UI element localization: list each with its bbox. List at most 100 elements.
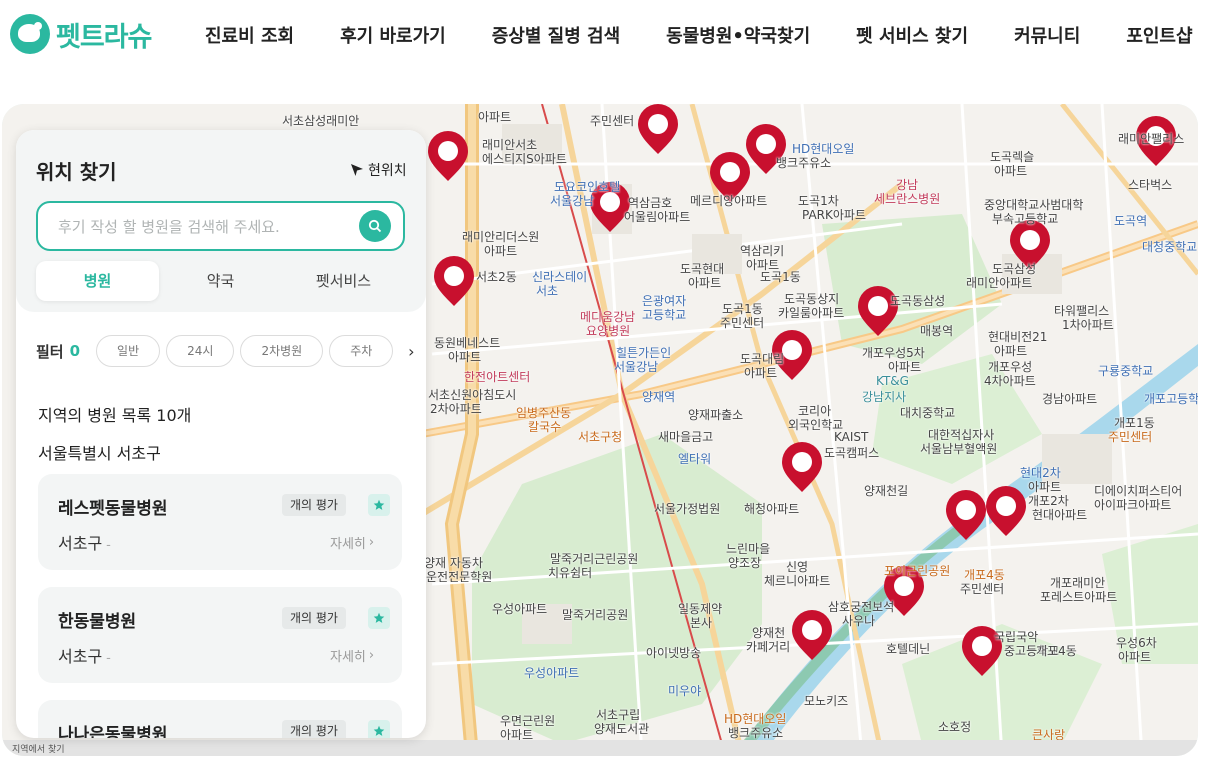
region-label: 서울특별시 서초구 — [38, 444, 161, 463]
nav-treatment-cost[interactable]: 진료비 조회 — [205, 22, 294, 48]
tab-hospital[interactable]: 병원 — [36, 261, 159, 301]
map-place-label: 래미안팰리스 — [1118, 132, 1185, 146]
map-place-label: PARK아파트 — [802, 208, 867, 222]
filter-chip-parking[interactable]: 주차 — [329, 335, 394, 367]
map-place-label: 부속고등학교 — [992, 212, 1059, 226]
map-place-label: 1차아파트 — [1062, 318, 1114, 332]
map-place-label: 도곡동삼성 — [890, 294, 946, 308]
map-place-label: 아파트 — [994, 344, 1028, 358]
hospital-card[interactable]: 나나은동물병원 개의 평가 — [38, 700, 402, 738]
map-place-label: 주민센터 — [590, 114, 635, 128]
list-header: 지역의 병원 목록 10개 — [38, 406, 192, 425]
map-place-label: 서울강남 — [550, 194, 595, 208]
map-place-label: 현대아파트 — [1032, 508, 1088, 522]
nav-point-shop[interactable]: 포인트샵 — [1126, 22, 1192, 48]
hospital-address-dash: - — [106, 651, 111, 666]
hospital-name: 나나은동물병원 — [58, 725, 168, 738]
map-place-label: 강남지사 — [862, 390, 907, 404]
map-place-label: 뱅크주유소 — [776, 156, 832, 170]
map-place-label: 사우나 — [842, 614, 876, 628]
map-place-label: 포이근린공원 — [884, 564, 951, 578]
map-footer-text: 지역에서 찾기 — [12, 745, 65, 755]
map-place-label: 소호정 — [938, 720, 972, 734]
chevron-right-icon[interactable]: › — [399, 339, 423, 363]
map-place-label: 카일룸아파트 — [778, 306, 845, 320]
map-place-label: 아파트 — [888, 360, 922, 374]
hospital-address-dash: - — [106, 538, 111, 553]
nav-symptom-search[interactable]: 증상별 질병 검색 — [492, 22, 620, 48]
hospital-name: 한동물병원 — [58, 612, 137, 632]
tab-pharmacy[interactable]: 약국 — [159, 261, 282, 301]
map-place-label: 치유쉼터 — [548, 566, 593, 580]
filter-chip-general[interactable]: 일반 — [96, 335, 161, 367]
map-place-label: 4차아파트 — [984, 374, 1036, 388]
current-location-label: 현위치 — [368, 163, 407, 179]
detail-link[interactable]: 자세히 › — [330, 646, 374, 665]
map-place-label: 메르디앙아파트 — [690, 194, 768, 208]
map-place-label: 서초2동 — [476, 270, 517, 284]
review-count-badge: 개의 평가 — [282, 720, 346, 738]
map-place-label: 서초 — [536, 284, 559, 298]
search-icon — [368, 219, 382, 233]
map-place-label: 칼국수 — [528, 420, 562, 434]
map-place-label: 주민센터 — [720, 316, 765, 330]
search-box — [36, 201, 405, 251]
map-place-label: 개포4동 — [1036, 644, 1077, 658]
map-place-label: 미우야 — [668, 684, 702, 698]
map-place-label: 아파트 — [994, 164, 1028, 178]
map-place-label: KT&G — [876, 374, 909, 388]
main-nav: 진료비 조회 후기 바로가기 증상별 질병 검색 동물병원•약국찾기 펫 서비스… — [205, 22, 1193, 48]
map-place-label: 아파트 — [484, 244, 518, 258]
location-search-panel: 위치 찾기 현위치 병원 약국 펫서비스 필터 0 일반 24시 2차병원 주차… — [16, 130, 426, 738]
map-place-label: 아이넷방송 — [646, 646, 702, 660]
map-place-label: 주민센터 — [960, 582, 1005, 596]
detail-label: 자세히 — [330, 537, 366, 552]
star-icon — [368, 494, 390, 516]
logo-dog-icon — [10, 14, 50, 54]
hospital-card[interactable]: 레스펫동물병원 개의 평가 서초구 - 자세히 › — [38, 474, 402, 570]
map-place-label: 도곡1동 — [760, 270, 801, 284]
map-place-label: 운전전문학원 — [426, 570, 493, 584]
map-place-label: 도곡역 — [1114, 214, 1148, 228]
category-tabs: 병원 약국 펫서비스 — [36, 261, 405, 301]
map-place-label: KAIST — [834, 430, 869, 444]
filter-chip-secondary-hospital[interactable]: 2차병원 — [240, 335, 324, 367]
chevron-right-icon: › — [368, 648, 375, 663]
search-input[interactable] — [58, 216, 348, 238]
map-place-label: 포레스트아파트 — [1040, 590, 1118, 604]
filter-chip-24h[interactable]: 24시 — [166, 335, 235, 367]
nav-reviews[interactable]: 후기 바로가기 — [340, 22, 446, 48]
map-place-label: 주민센터 — [1108, 430, 1153, 444]
map-place-label: 아파트 — [448, 350, 482, 364]
map-place-label: 본사 — [690, 616, 713, 630]
map-place-label: 우성아파트 — [492, 602, 548, 616]
map-place-label: 스타벅스 — [1128, 178, 1173, 192]
map-place-label: 래미안아파트 — [966, 276, 1033, 290]
top-header: 펫트라슈 진료비 조회 후기 바로가기 증상별 질병 검색 동물병원•약국찾기 … — [0, 0, 1210, 70]
map-place-label: 엘타워 — [678, 452, 712, 466]
map-place-label: 뱅크주유소 — [728, 726, 784, 740]
logo[interactable]: 펫트라슈 — [10, 14, 152, 54]
filter-count: 0 — [69, 342, 81, 360]
map-place-label: 말죽거리공원 — [562, 608, 629, 622]
map-place-label: 양재천길 — [864, 484, 909, 498]
nav-hospital-pharmacy-finder[interactable]: 동물병원•약국찾기 — [666, 22, 810, 48]
map-place-label: 아파트 — [1118, 650, 1152, 664]
filter-label: 필터 — [36, 342, 64, 361]
search-button[interactable] — [359, 210, 391, 242]
panel-title: 위치 찾기 — [36, 160, 117, 184]
detail-link[interactable]: 자세히 › — [330, 533, 374, 552]
nav-pet-services[interactable]: 펫 서비스 찾기 — [856, 22, 968, 48]
tab-pet-service[interactable]: 펫서비스 — [282, 261, 405, 301]
map-place-label: 구룡중학교 — [1098, 364, 1154, 378]
map-place-label: 고등학교 — [642, 308, 687, 322]
star-icon — [368, 720, 390, 738]
current-location-button[interactable]: 현위치 — [350, 160, 407, 180]
nav-community[interactable]: 커뮤니티 — [1014, 22, 1080, 48]
location-arrow-icon — [351, 164, 363, 176]
hospital-card[interactable]: 한동물병원 개의 평가 서초구 - 자세히 › — [38, 587, 402, 683]
map-place-label: 서초삼성래미안 — [282, 114, 360, 128]
logo-text: 펫트라슈 — [56, 21, 152, 53]
map-place-label: 아파트 — [744, 366, 778, 380]
map-place-label: 체르니아파트 — [764, 574, 831, 588]
